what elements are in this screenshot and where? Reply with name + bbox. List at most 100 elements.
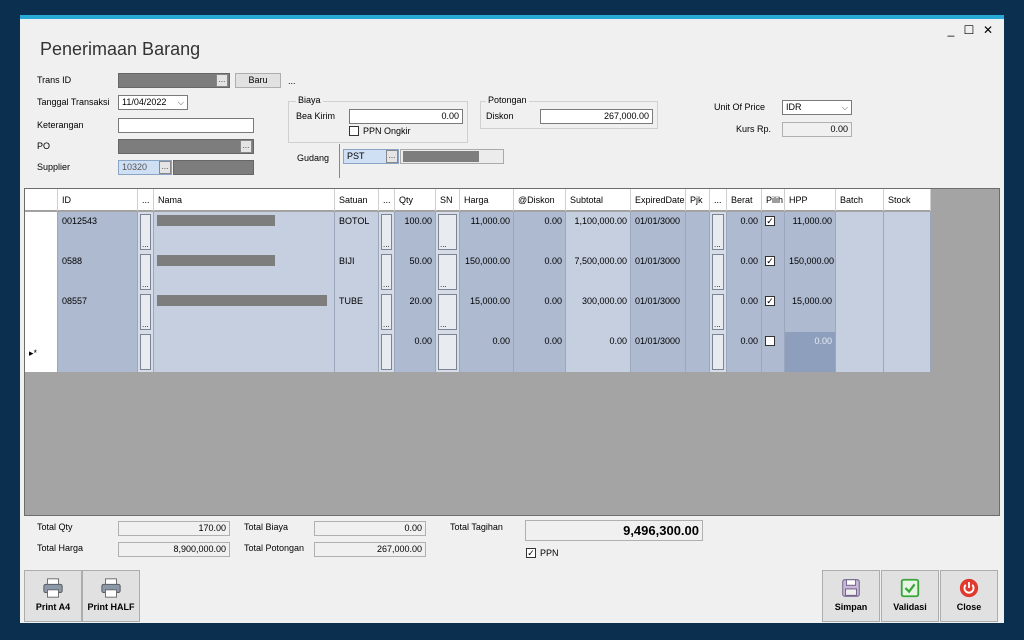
cell-pjk[interactable] [686,252,710,292]
po-field[interactable] [118,139,254,154]
tanggal-date-picker[interactable]: 11/04/2022 ⌵ [118,95,188,110]
cell-satuan-lookup-button[interactable] [379,332,395,372]
cell-id[interactable]: 0588 [58,252,138,292]
table-row[interactable]: 0012543 ... BOTOL ... 100.00 ... 11,000.… [25,212,931,252]
cell-berat[interactable]: 0.00 [727,252,762,292]
pilih-checkbox[interactable]: ✓ [765,216,775,226]
diskon-input[interactable]: 267,000.00 [540,109,653,124]
cell-diskon[interactable]: 0.00 [514,292,566,332]
cell-sn-button[interactable]: ... [436,252,460,292]
minimize-button[interactable]: _ [944,23,958,37]
column-header[interactable]: Nama [154,189,335,211]
cell-berat[interactable]: 0.00 [727,212,762,252]
items-grid[interactable]: ID ... Nama Satuan ... Qty SN Harga @Dis… [24,188,1000,516]
cell-hpp[interactable]: 11,000.00 [785,212,836,252]
baru-button[interactable]: Baru [235,73,281,88]
pilih-checkbox[interactable]: ✓ [765,256,775,266]
cell-expired-date[interactable]: 01/01/3000 [631,252,686,292]
cell-hpp[interactable]: 15,000.00 [785,292,836,332]
simpan-button[interactable]: Simpan [822,570,880,622]
column-header[interactable]: SN [436,189,460,211]
bea-kirim-input[interactable]: 0.00 [349,109,463,124]
cell-satuan-lookup-button[interactable]: ... [379,292,395,332]
new-row-marker[interactable]: ▸* [25,332,58,372]
cell-id[interactable]: 08557 [58,292,138,332]
cell-nama[interactable] [154,212,335,252]
cell-diskon[interactable]: 0.00 [514,332,566,372]
cell-pilih[interactable] [762,332,785,372]
column-header[interactable]: ... [710,189,727,211]
cell-id-lookup-button[interactable]: ... [138,212,154,252]
cell-diskon[interactable]: 0.00 [514,252,566,292]
cell-pjk[interactable] [686,332,710,372]
cell-diskon[interactable]: 0.00 [514,212,566,252]
cell-hpp[interactable]: 150,000.00 [785,252,836,292]
po-lookup-button[interactable]: ... [240,140,252,153]
cell-id[interactable]: 0012543 [58,212,138,252]
cell-pilih[interactable]: ✓ [762,212,785,252]
cell-berat[interactable]: 0.00 [727,332,762,372]
cell-harga[interactable]: 0.00 [460,332,514,372]
column-header[interactable]: ID [58,189,138,211]
cell-batch[interactable] [836,212,884,252]
row-header[interactable] [25,252,58,292]
cell-batch[interactable] [836,252,884,292]
cell-pjk-lookup-button[interactable]: ... [710,252,727,292]
cell-nama[interactable] [154,292,335,332]
column-header[interactable]: ... [138,189,154,211]
kurs-input[interactable]: 0.00 [782,122,852,137]
cell-expired-date[interactable]: 01/01/3000 [631,212,686,252]
cell-batch[interactable] [836,292,884,332]
trans-id-field[interactable] [118,73,230,88]
column-header[interactable]: Batch [836,189,884,211]
cell-pjk[interactable] [686,292,710,332]
cell-pjk-lookup-button[interactable]: ... [710,292,727,332]
cell-nama[interactable] [154,252,335,292]
cell-expired-date[interactable]: 01/01/3000 [631,292,686,332]
validasi-button[interactable]: Validasi [881,570,939,622]
table-row[interactable]: 08557 ... TUBE ... 20.00 ... 15,000.00 0… [25,292,931,332]
supplier-lookup-button[interactable]: ... [159,161,171,174]
cell-id-lookup-button[interactable] [138,332,154,372]
cell-satuan[interactable]: TUBE [335,292,379,332]
column-header[interactable]: Subtotal [566,189,631,211]
ppn-checkbox[interactable]: ✓ [526,548,536,558]
cell-satuan[interactable]: BIJI [335,252,379,292]
cell-qty[interactable]: 50.00 [395,252,436,292]
cell-sn-button[interactable]: ... [436,212,460,252]
print-half-button[interactable]: Print HALF [82,570,140,622]
row-header[interactable] [25,292,58,332]
pilih-checkbox[interactable] [765,336,775,346]
cell-satuan[interactable]: BOTOL [335,212,379,252]
trans-id-lookup-button[interactable]: ... [216,74,228,87]
row-header[interactable] [25,212,58,252]
cell-pjk-lookup-button[interactable]: ... [710,212,727,252]
maximize-button[interactable]: ☐ [962,23,976,37]
cell-pilih[interactable]: ✓ [762,292,785,332]
close-button[interactable]: Close [940,570,998,622]
column-header[interactable]: HPP [785,189,836,211]
cell-id-lookup-button[interactable]: ... [138,292,154,332]
print-a4-button[interactable]: Print A4 [24,570,82,622]
cell-satuan-lookup-button[interactable]: ... [379,252,395,292]
column-header[interactable]: Berat [727,189,762,211]
cell-qty[interactable]: 100.00 [395,212,436,252]
cell-pjk[interactable] [686,212,710,252]
keterangan-input[interactable] [118,118,254,133]
cell-expired-date[interactable]: 01/01/3000 [631,332,686,372]
cell-harga[interactable]: 11,000.00 [460,212,514,252]
window-close-button[interactable]: ✕ [981,23,995,37]
cell-id-lookup-button[interactable]: ... [138,252,154,292]
column-header[interactable]: ExpiredDate [631,189,686,211]
column-header[interactable]: @Diskon [514,189,566,211]
column-header[interactable]: Pilih [762,189,785,211]
cell-satuan-lookup-button[interactable]: ... [379,212,395,252]
column-header[interactable]: ... [379,189,395,211]
cell-qty[interactable]: 0.00 [395,332,436,372]
cell-pjk-lookup-button[interactable] [710,332,727,372]
column-header[interactable]: Pjk [686,189,710,211]
cell-harga[interactable]: 15,000.00 [460,292,514,332]
column-header[interactable]: Qty [395,189,436,211]
unit-of-price-select[interactable]: IDR ⌵ [782,100,852,115]
gudang-lookup-button[interactable]: ... [386,150,398,163]
